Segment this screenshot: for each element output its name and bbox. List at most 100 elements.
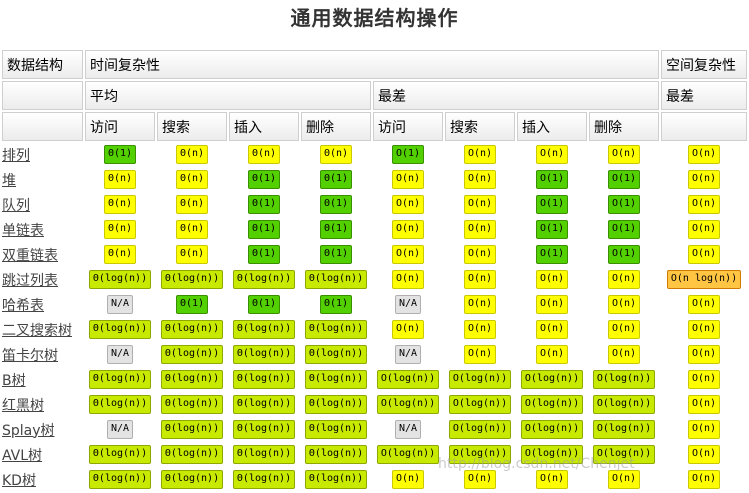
complexity-badge: Θ(log(n)) <box>88 470 152 489</box>
complexity-cell: Θ(1) <box>157 293 227 316</box>
complexity-cell: N/A <box>85 293 155 316</box>
data-structure-link[interactable]: 单链表 <box>2 223 44 239</box>
complexity-badge: Θ(log(n)) <box>160 320 224 339</box>
complexity-cell: Θ(log(n)) <box>229 268 299 291</box>
complexity-badge: Θ(log(n)) <box>88 445 152 464</box>
complexity-cell: Θ(log(n)) <box>85 268 155 291</box>
complexity-cell: N/A <box>373 418 443 441</box>
complexity-badge: Θ(log(n)) <box>232 420 296 439</box>
row-name-cell: 排列 <box>2 143 83 166</box>
complexity-cell: O(n) <box>661 218 747 241</box>
complexity-cell: O(n) <box>445 243 515 266</box>
complexity-cell: O(n) <box>373 318 443 341</box>
complexity-cell: O(log(n)) <box>589 368 659 391</box>
complexity-cell: O(n) <box>589 318 659 341</box>
complexity-cell: O(1) <box>589 193 659 216</box>
complexity-badge: O(log(n)) <box>520 370 584 389</box>
header-op-access-avg: 访问 <box>85 112 155 141</box>
complexity-badge: Θ(log(n)) <box>160 470 224 489</box>
complexity-badge: O(n) <box>687 370 721 389</box>
header-space-worst: 最差 <box>661 81 747 110</box>
complexity-cell: Θ(log(n)) <box>229 443 299 466</box>
complexity-cell: O(log(n)) <box>589 393 659 416</box>
header-row-2: 平均 最差 最差 <box>2 81 747 110</box>
complexity-badge: N/A <box>394 420 422 439</box>
complexity-badge: Θ(n) <box>175 220 209 239</box>
complexity-cell: Θ(1) <box>229 193 299 216</box>
complexity-cell: O(1) <box>517 243 587 266</box>
complexity-cell: O(log(n)) <box>445 368 515 391</box>
data-structure-link[interactable]: 跳过列表 <box>2 273 58 289</box>
complexity-cell: O(n) <box>661 243 747 266</box>
complexity-cell: O(1) <box>589 218 659 241</box>
complexity-badge: Θ(n) <box>175 145 209 164</box>
complexity-badge: N/A <box>394 295 422 314</box>
complexity-badge: O(n) <box>687 445 721 464</box>
complexity-cell: Θ(n) <box>85 168 155 191</box>
data-structure-link[interactable]: 堆 <box>2 173 16 189</box>
header-time-complexity: 时间复杂性 <box>85 50 659 79</box>
complexity-cell: O(log(n)) <box>445 443 515 466</box>
data-structure-link[interactable]: 红黑树 <box>2 398 44 414</box>
complexity-cell: Θ(n) <box>229 143 299 166</box>
complexity-cell: O(n) <box>661 193 747 216</box>
complexity-badge: O(n) <box>535 145 569 164</box>
row-name-cell: Splay树 <box>2 418 83 441</box>
data-structure-link[interactable]: 排列 <box>2 148 30 164</box>
data-structure-link[interactable]: Splay树 <box>2 423 55 439</box>
complexity-cell: O(n) <box>661 293 747 316</box>
complexity-badge: O(log(n)) <box>448 395 512 414</box>
complexity-cell: O(log(n)) <box>517 368 587 391</box>
complexity-badge: Θ(1) <box>247 295 281 314</box>
complexity-cell: Θ(log(n)) <box>301 368 371 391</box>
header-empty <box>2 112 83 141</box>
complexity-badge: O(n) <box>463 295 497 314</box>
complexity-badge: Θ(log(n)) <box>160 345 224 364</box>
complexity-cell: Θ(log(n)) <box>229 343 299 366</box>
data-structure-link[interactable]: 笛卡尔树 <box>2 348 58 364</box>
complexity-cell: O(log(n)) <box>373 393 443 416</box>
complexity-cell: Θ(1) <box>301 243 371 266</box>
row-name-cell: 单链表 <box>2 218 83 241</box>
complexity-cell: O(n) <box>445 293 515 316</box>
row-name-cell: 笛卡尔树 <box>2 343 83 366</box>
complexity-table: 数据结构 时间复杂性 空间复杂性 平均 最差 最差 访问 搜索 插入 删除 访问… <box>0 48 749 493</box>
data-structure-link[interactable]: AVL树 <box>2 448 42 464</box>
complexity-badge: Θ(n) <box>103 220 137 239</box>
complexity-badge: Θ(1) <box>247 195 281 214</box>
complexity-badge: N/A <box>106 295 134 314</box>
complexity-badge: O(n) <box>687 145 721 164</box>
complexity-badge: O(n) <box>463 195 497 214</box>
complexity-badge: O(n) <box>463 320 497 339</box>
complexity-cell: Θ(log(n)) <box>157 368 227 391</box>
complexity-badge: O(n) <box>463 170 497 189</box>
complexity-cell: Θ(1) <box>301 218 371 241</box>
complexity-cell: O(n) <box>373 168 443 191</box>
data-structure-link[interactable]: 双重链表 <box>2 248 58 264</box>
complexity-cell: Θ(1) <box>301 168 371 191</box>
complexity-cell: N/A <box>85 343 155 366</box>
complexity-cell: O(n) <box>445 218 515 241</box>
complexity-cell: O(n) <box>445 193 515 216</box>
data-structure-link[interactable]: 队列 <box>2 198 30 214</box>
row-name-cell: 跳过列表 <box>2 268 83 291</box>
complexity-badge: Θ(log(n)) <box>160 420 224 439</box>
data-structure-link[interactable]: 二叉搜索树 <box>2 323 72 339</box>
header-op-delete-avg: 删除 <box>301 112 371 141</box>
complexity-badge: O(n) <box>687 470 721 489</box>
header-average: 平均 <box>85 81 371 110</box>
complexity-badge: N/A <box>106 345 134 364</box>
complexity-badge: O(log(n)) <box>376 370 440 389</box>
complexity-badge: Θ(log(n)) <box>304 320 368 339</box>
complexity-cell: Θ(log(n)) <box>85 368 155 391</box>
complexity-cell: O(n) <box>661 143 747 166</box>
data-structure-link[interactable]: B树 <box>2 373 26 389</box>
complexity-cell: Θ(log(n)) <box>301 418 371 441</box>
data-structure-link[interactable]: KD树 <box>2 473 36 489</box>
complexity-badge: O(1) <box>535 195 569 214</box>
complexity-badge: Θ(log(n)) <box>304 270 368 289</box>
data-structure-link[interactable]: 哈希表 <box>2 298 44 314</box>
complexity-badge: Θ(log(n)) <box>232 395 296 414</box>
complexity-cell: O(n) <box>373 193 443 216</box>
complexity-badge: N/A <box>394 345 422 364</box>
